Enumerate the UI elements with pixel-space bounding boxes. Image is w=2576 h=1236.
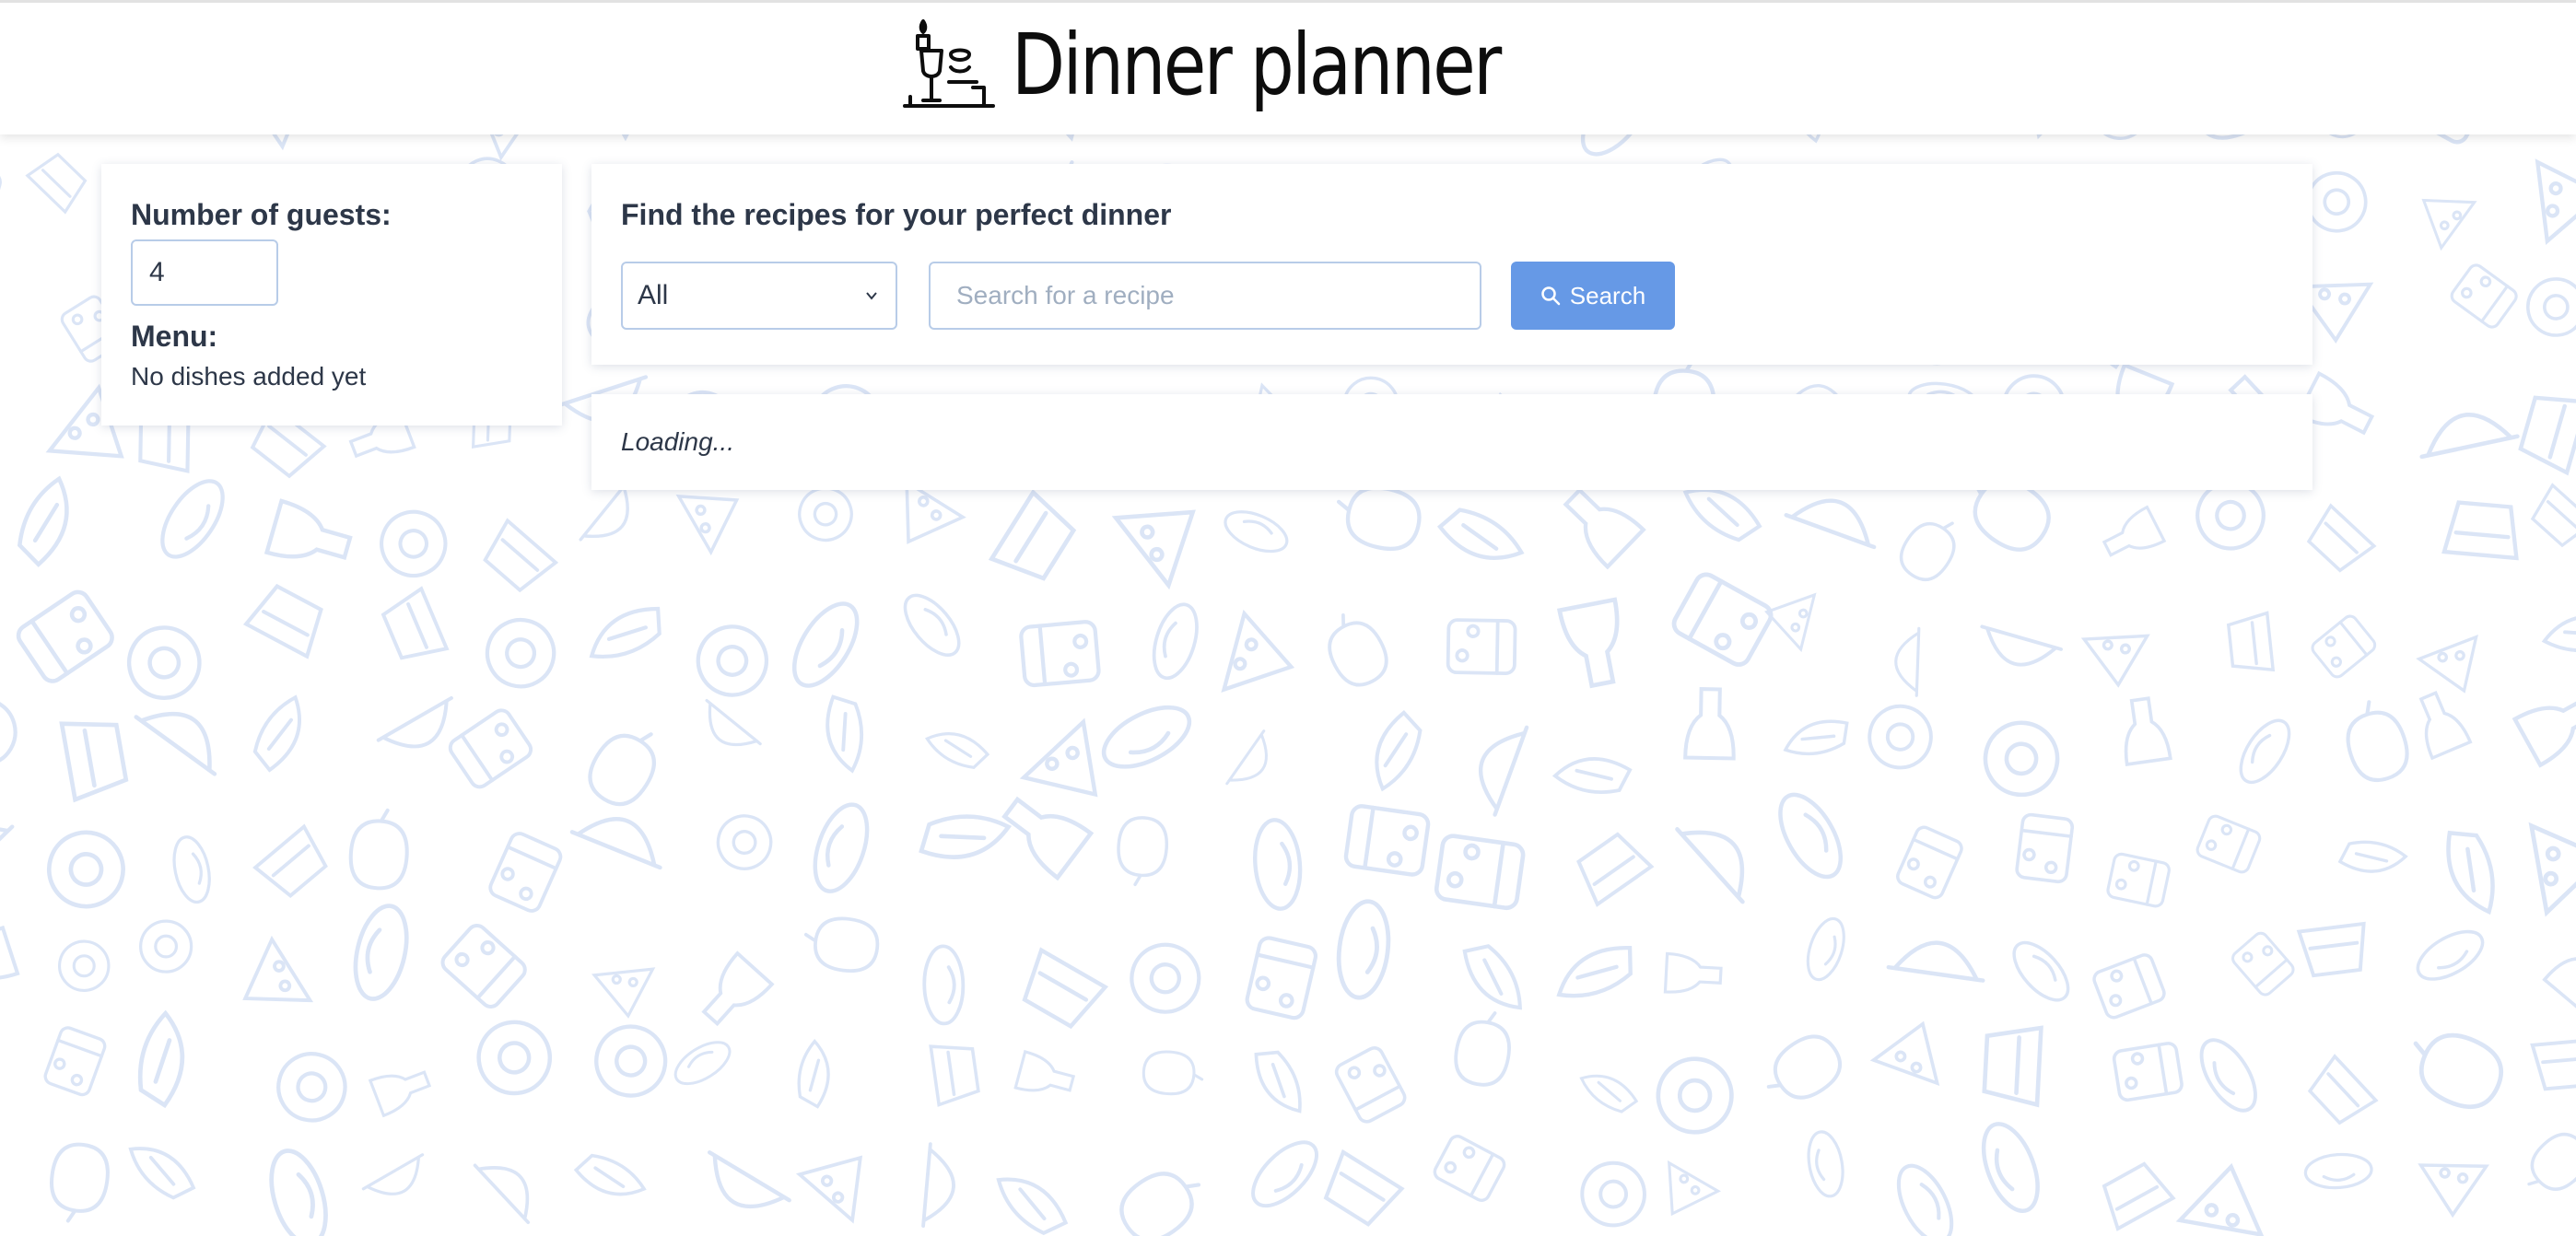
search-results-card: Loading... (591, 394, 2313, 490)
app-title: Dinner planner (1012, 16, 1502, 114)
search-button[interactable]: Search (1511, 262, 1675, 331)
app-logo: Dinner planner (903, 8, 1607, 122)
search-heading: Find the recipes for your perfect dinner (621, 198, 1172, 231)
dish-type-selected: All (638, 280, 669, 311)
search-button-label: Search (1569, 281, 1646, 309)
loading-status: Loading... (621, 427, 734, 456)
app-header: Dinner planner (0, 0, 2576, 134)
chevron-down-icon (866, 292, 877, 300)
guests-input[interactable] (131, 239, 278, 307)
guests-label: Number of guests: (131, 198, 392, 231)
search-form: All Search (621, 262, 2283, 331)
search-icon (1541, 286, 1561, 306)
recipe-search-card: Find the recipes for your perfect dinner… (591, 164, 2313, 365)
dinner-summary-card: Number of guests: Menu: No dishes added … (101, 164, 562, 426)
menu-label: Menu: (131, 320, 218, 354)
dinner-candle-wine-icon (903, 19, 995, 108)
dish-type-select[interactable]: All (621, 262, 897, 331)
recipe-search-input[interactable] (929, 262, 1481, 331)
menu-empty-text: No dishes added yet (131, 361, 367, 391)
